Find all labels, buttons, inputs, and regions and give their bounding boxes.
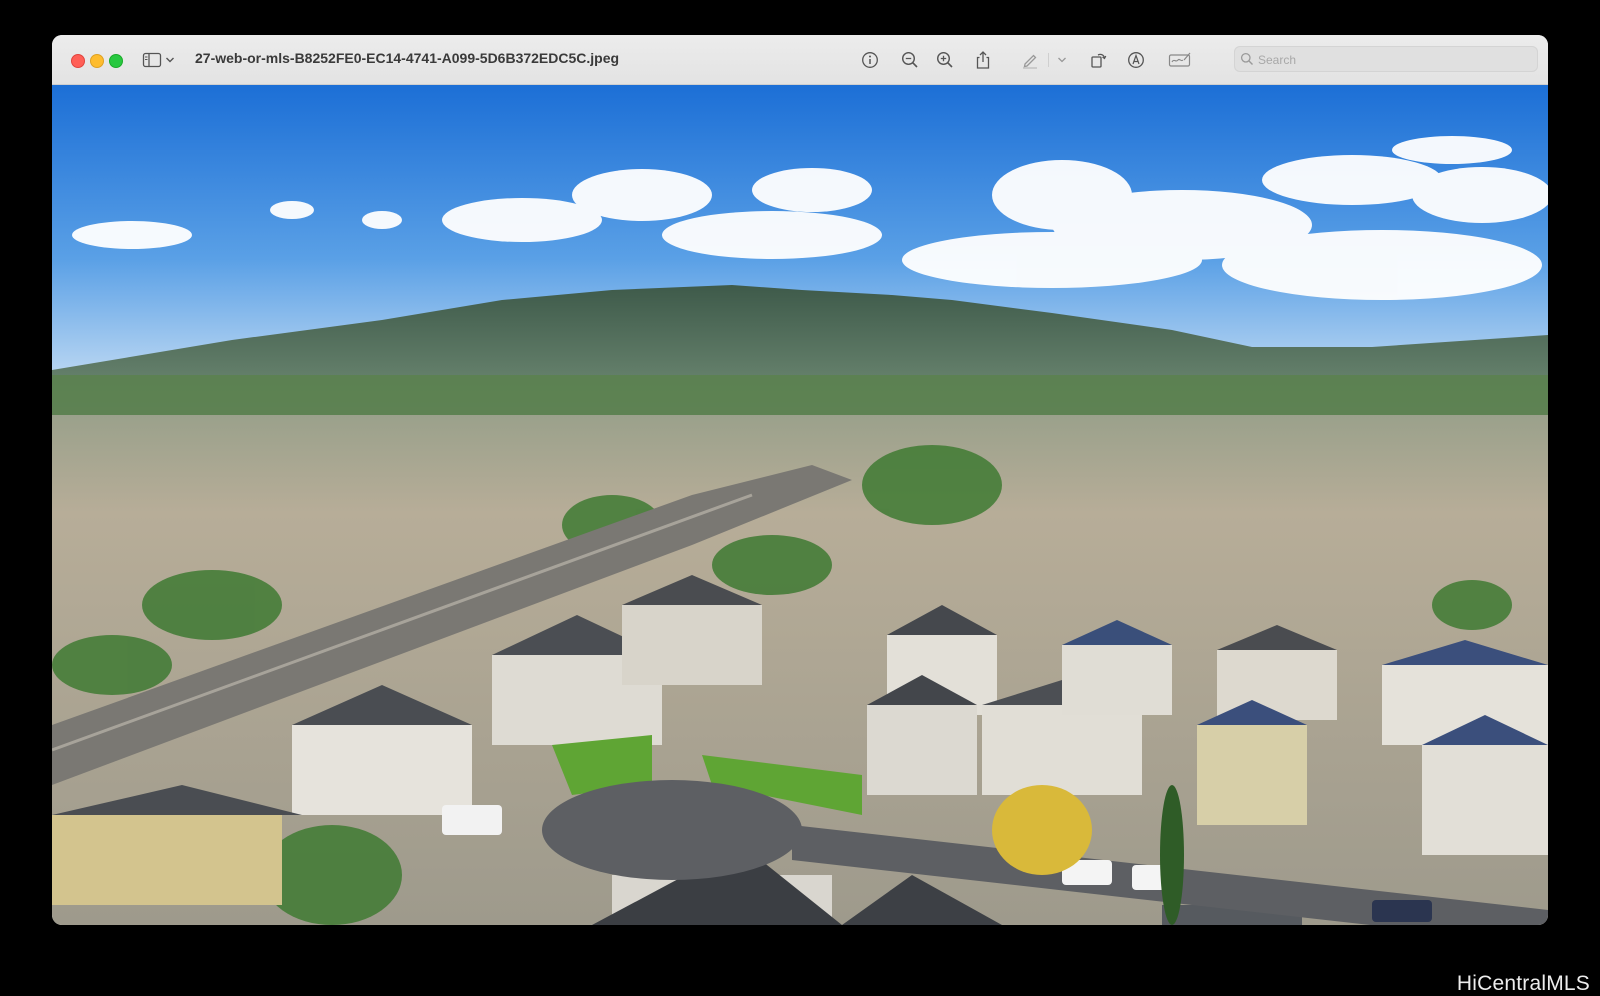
title-bar: 27-web-or-mls-B8252FE0-EC14-4741-A099-5D… (52, 35, 1548, 85)
cul-de-sac (542, 780, 802, 880)
signature-button[interactable] (1166, 48, 1194, 72)
aerial-photo (52, 85, 1548, 925)
preview-window: 27-web-or-mls-B8252FE0-EC14-4741-A099-5D… (52, 35, 1548, 925)
minimize-button[interactable] (90, 54, 104, 68)
highlight-pen-icon (1023, 54, 1037, 69)
close-button[interactable] (71, 54, 85, 68)
zoom-out-icon (901, 51, 918, 68)
sidebar-menu-button[interactable] (162, 48, 178, 72)
window-title: 27-web-or-mls-B8252FE0-EC14-4741-A099-5D… (195, 50, 620, 66)
rotate-button[interactable] (1086, 48, 1110, 72)
markup-button[interactable] (1124, 48, 1148, 72)
mls-watermark: HiCentralMLS (1456, 972, 1590, 995)
cypress-tree (1160, 785, 1184, 925)
share-icon (976, 51, 990, 69)
search-field[interactable] (1234, 46, 1538, 72)
chevron-down-icon (1058, 57, 1066, 63)
rotate-icon (1091, 53, 1107, 68)
highlight-button[interactable] (1018, 48, 1042, 72)
zoom-out-button[interactable] (898, 48, 922, 72)
toolbar-divider (1048, 53, 1049, 67)
highlight-menu-button[interactable] (1054, 48, 1070, 72)
signature-icon (1168, 52, 1191, 67)
chevron-down-icon (166, 57, 174, 63)
zoom-in-button[interactable] (933, 48, 957, 72)
search-input[interactable] (1256, 49, 1530, 71)
markup-icon (1128, 52, 1144, 68)
info-button[interactable] (858, 48, 882, 72)
info-icon (862, 52, 878, 68)
yellow-tree (992, 785, 1092, 875)
sidebar-toggle-button[interactable] (140, 48, 164, 72)
zoom-in-icon (936, 51, 953, 68)
fullscreen-button[interactable] (109, 54, 123, 68)
sidebar-icon (142, 52, 162, 68)
search-icon (1240, 52, 1253, 65)
share-button[interactable] (971, 48, 995, 72)
